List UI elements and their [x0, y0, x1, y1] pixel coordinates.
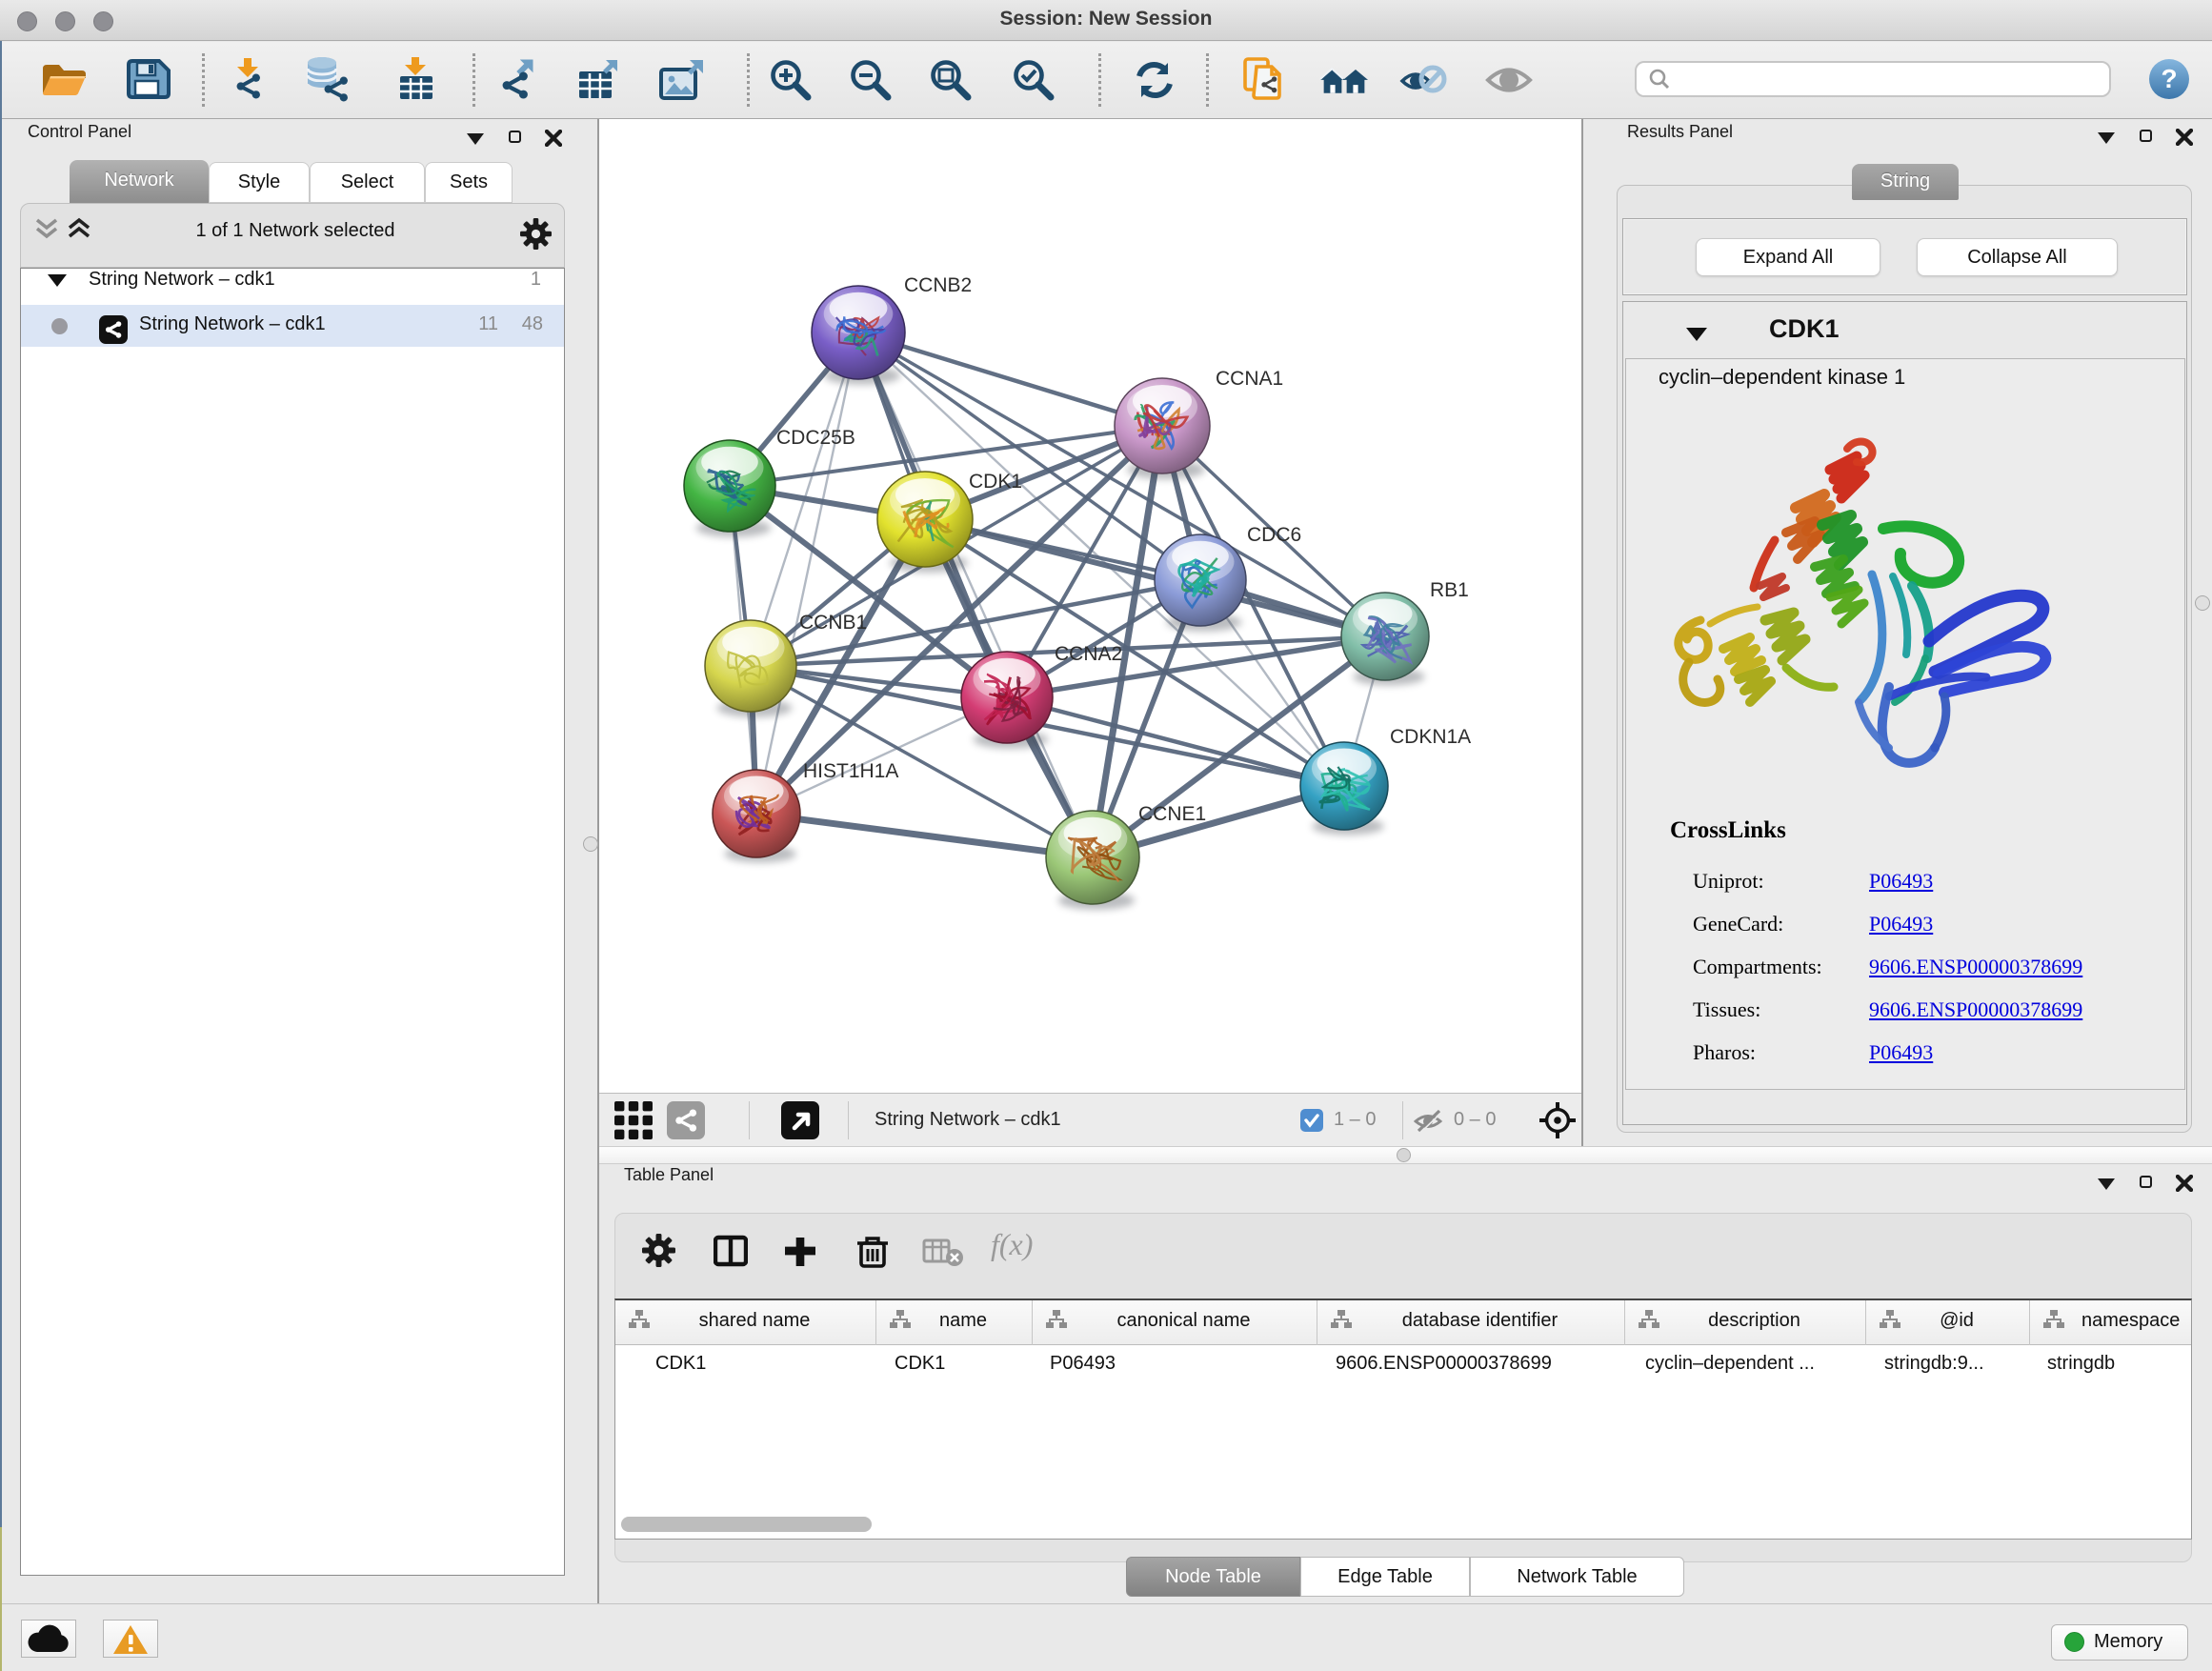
svg-text:CCNB2: CCNB2 [904, 274, 972, 296]
svg-text:CDC6: CDC6 [1247, 524, 1301, 546]
svg-text:CCNE1: CCNE1 [1138, 803, 1206, 825]
svg-text:CDC25B: CDC25B [776, 427, 855, 449]
svg-text:HIST1H1A: HIST1H1A [803, 760, 898, 782]
svg-text:CDK1: CDK1 [969, 471, 1022, 493]
svg-text:CCNA2: CCNA2 [1055, 643, 1122, 665]
svg-text:CCNB1: CCNB1 [799, 612, 867, 634]
svg-text:?: ? [2161, 64, 2177, 93]
svg-text:CDKN1A: CDKN1A [1390, 726, 1471, 748]
svg-text:CCNA1: CCNA1 [1216, 368, 1283, 390]
svg-text:RB1: RB1 [1430, 579, 1469, 601]
